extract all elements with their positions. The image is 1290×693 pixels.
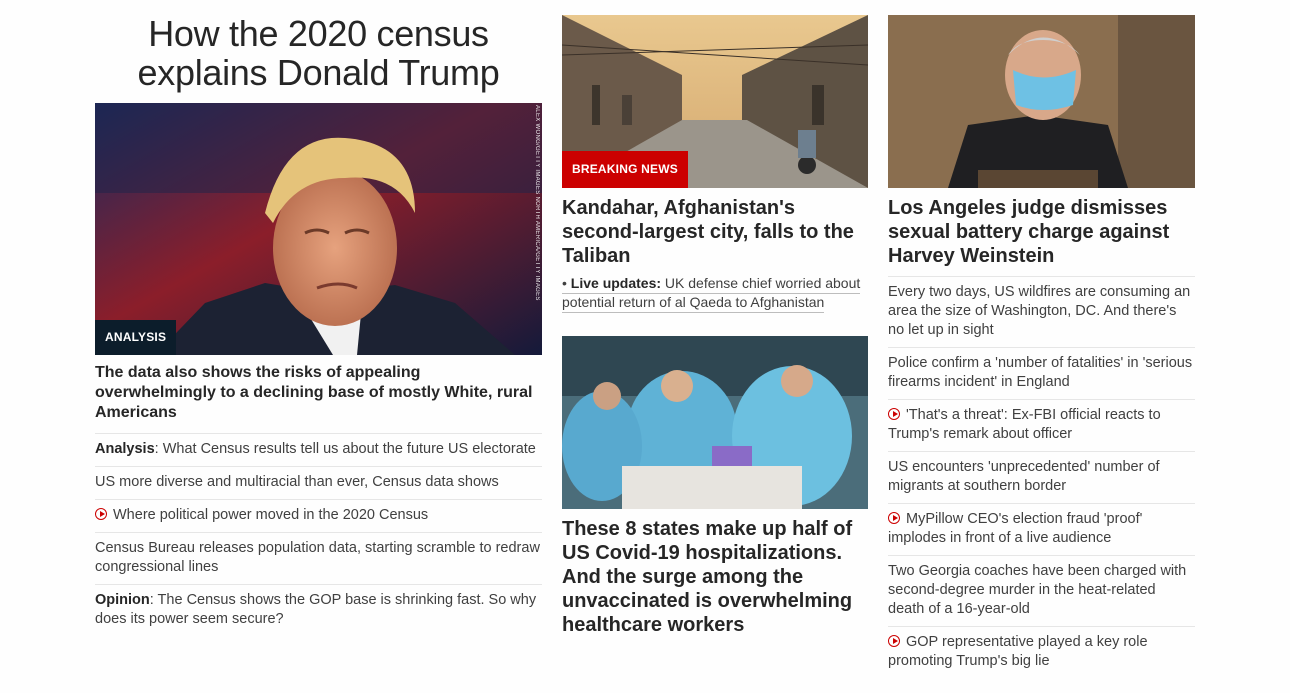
item-text: : The Census shows the GOP base is shrin… <box>95 592 537 627</box>
covid-title[interactable]: These 8 states make up half of US Covid-… <box>562 517 868 637</box>
play-circle-icon <box>888 635 900 647</box>
related-link[interactable]: Analysis: What Census results tell us ab… <box>95 441 536 457</box>
story-link[interactable]: US encounters 'unprecedented' number of … <box>888 459 1160 494</box>
story-link[interactable]: 'That's a threat': Ex-FBI official react… <box>888 407 1161 442</box>
item-text: 'That's a threat': Ex-FBI official react… <box>888 407 1161 442</box>
main-headline[interactable]: How the 2020 census explains Donald Trum… <box>95 14 542 92</box>
kandahar-link[interactable]: Kandahar, Afghanistan's second-largest c… <box>562 197 854 267</box>
live-updates-link[interactable]: • Live updates: UK defense chief worried… <box>562 275 861 313</box>
related-stories-list: Analysis: What Census results tell us ab… <box>95 433 542 636</box>
item-text: MyPillow CEO's election fraud 'proof' im… <box>888 511 1143 546</box>
bullet: • <box>562 275 571 291</box>
related-link[interactable]: Where political power moved in the 2020 … <box>95 507 428 523</box>
list-item[interactable]: Two Georgia coaches have been charged wi… <box>888 555 1195 626</box>
weinstein-image[interactable] <box>888 15 1195 188</box>
list-item[interactable]: GOP representative played a key role pro… <box>888 626 1195 678</box>
kandahar-image[interactable]: BREAKING NEWS <box>562 15 868 188</box>
play-circle-icon <box>888 512 900 524</box>
kandahar-title[interactable]: Kandahar, Afghanistan's second-largest c… <box>562 196 868 268</box>
related-link[interactable]: Opinion: The Census shows the GOP base i… <box>95 592 536 627</box>
main-headline-link[interactable]: How the 2020 census explains Donald Trum… <box>138 13 500 93</box>
lead-story-title[interactable]: The data also shows the risks of appeali… <box>95 363 542 433</box>
right-stories-list: Every two days, US wildfires are consumi… <box>888 276 1195 678</box>
analysis-label: ANALYSIS <box>95 320 177 355</box>
photo-credit: ALEX WONG/GETTY IMAGES NORTH AMERICA/GET… <box>534 105 540 301</box>
weinstein-title[interactable]: Los Angeles judge dismisses sexual batte… <box>888 196 1195 276</box>
right-column: Los Angeles judge dismisses sexual batte… <box>888 0 1195 678</box>
list-item[interactable]: Analysis: What Census results tell us ab… <box>95 433 542 466</box>
story-link[interactable]: Two Georgia coaches have been charged wi… <box>888 563 1186 617</box>
story-link[interactable]: Police confirm a 'number of fatalities' … <box>888 355 1192 390</box>
story-link[interactable]: MyPillow CEO's election fraud 'proof' im… <box>888 511 1142 546</box>
item-text: Where political power moved in the 2020 … <box>113 507 429 523</box>
list-item[interactable]: MyPillow CEO's election fraud 'proof' im… <box>888 503 1195 555</box>
play-circle-icon <box>888 408 900 420</box>
item-prefix: Analysis <box>95 441 155 457</box>
live-updates-label: Live updates: <box>570 275 662 291</box>
list-item[interactable]: US more diverse and multiracial than eve… <box>95 466 542 499</box>
item-text: : What Census results tell us about the … <box>154 441 536 457</box>
list-item[interactable]: Census Bureau releases population data, … <box>95 532 542 584</box>
covid-image[interactable] <box>562 336 868 509</box>
hospital-photo <box>562 336 868 509</box>
weinstein-link[interactable]: Los Angeles judge dismisses sexual batte… <box>888 197 1169 267</box>
play-circle-icon <box>95 508 107 520</box>
item-prefix: Opinion <box>95 592 150 608</box>
related-link[interactable]: US more diverse and multiracial than eve… <box>95 474 499 490</box>
breaking-news-label: BREAKING NEWS <box>562 151 688 188</box>
list-item[interactable]: Where political power moved in the 2020 … <box>95 499 542 532</box>
list-item[interactable]: Opinion: The Census shows the GOP base i… <box>95 584 542 636</box>
list-item[interactable]: US encounters 'unprecedented' number of … <box>888 451 1195 503</box>
middle-column: BREAKING NEWS Kandahar, Afghanistan's se… <box>562 0 868 637</box>
courtroom-photo <box>888 15 1195 188</box>
item-text: GOP representative played a key role pro… <box>888 634 1148 669</box>
list-item[interactable]: 'That's a threat': Ex-FBI official react… <box>888 399 1195 451</box>
related-link[interactable]: Census Bureau releases population data, … <box>95 540 540 575</box>
trump-photo <box>95 103 542 355</box>
story-link[interactable]: GOP representative played a key role pro… <box>888 634 1148 669</box>
lead-story-image[interactable]: ALEX WONG/GETTY IMAGES NORTH AMERICA/GET… <box>95 103 542 355</box>
lead-story-link[interactable]: The data also shows the risks of appeali… <box>95 364 532 421</box>
list-item[interactable]: Police confirm a 'number of fatalities' … <box>888 347 1195 399</box>
list-item[interactable]: Every two days, US wildfires are consumi… <box>888 276 1195 347</box>
lead-story-column: How the 2020 census explains Donald Trum… <box>95 0 542 636</box>
story-link[interactable]: Every two days, US wildfires are consumi… <box>888 284 1190 338</box>
live-updates[interactable]: • Live updates: UK defense chief worried… <box>562 274 868 313</box>
covid-link[interactable]: These 8 states make up half of US Covid-… <box>562 518 852 636</box>
